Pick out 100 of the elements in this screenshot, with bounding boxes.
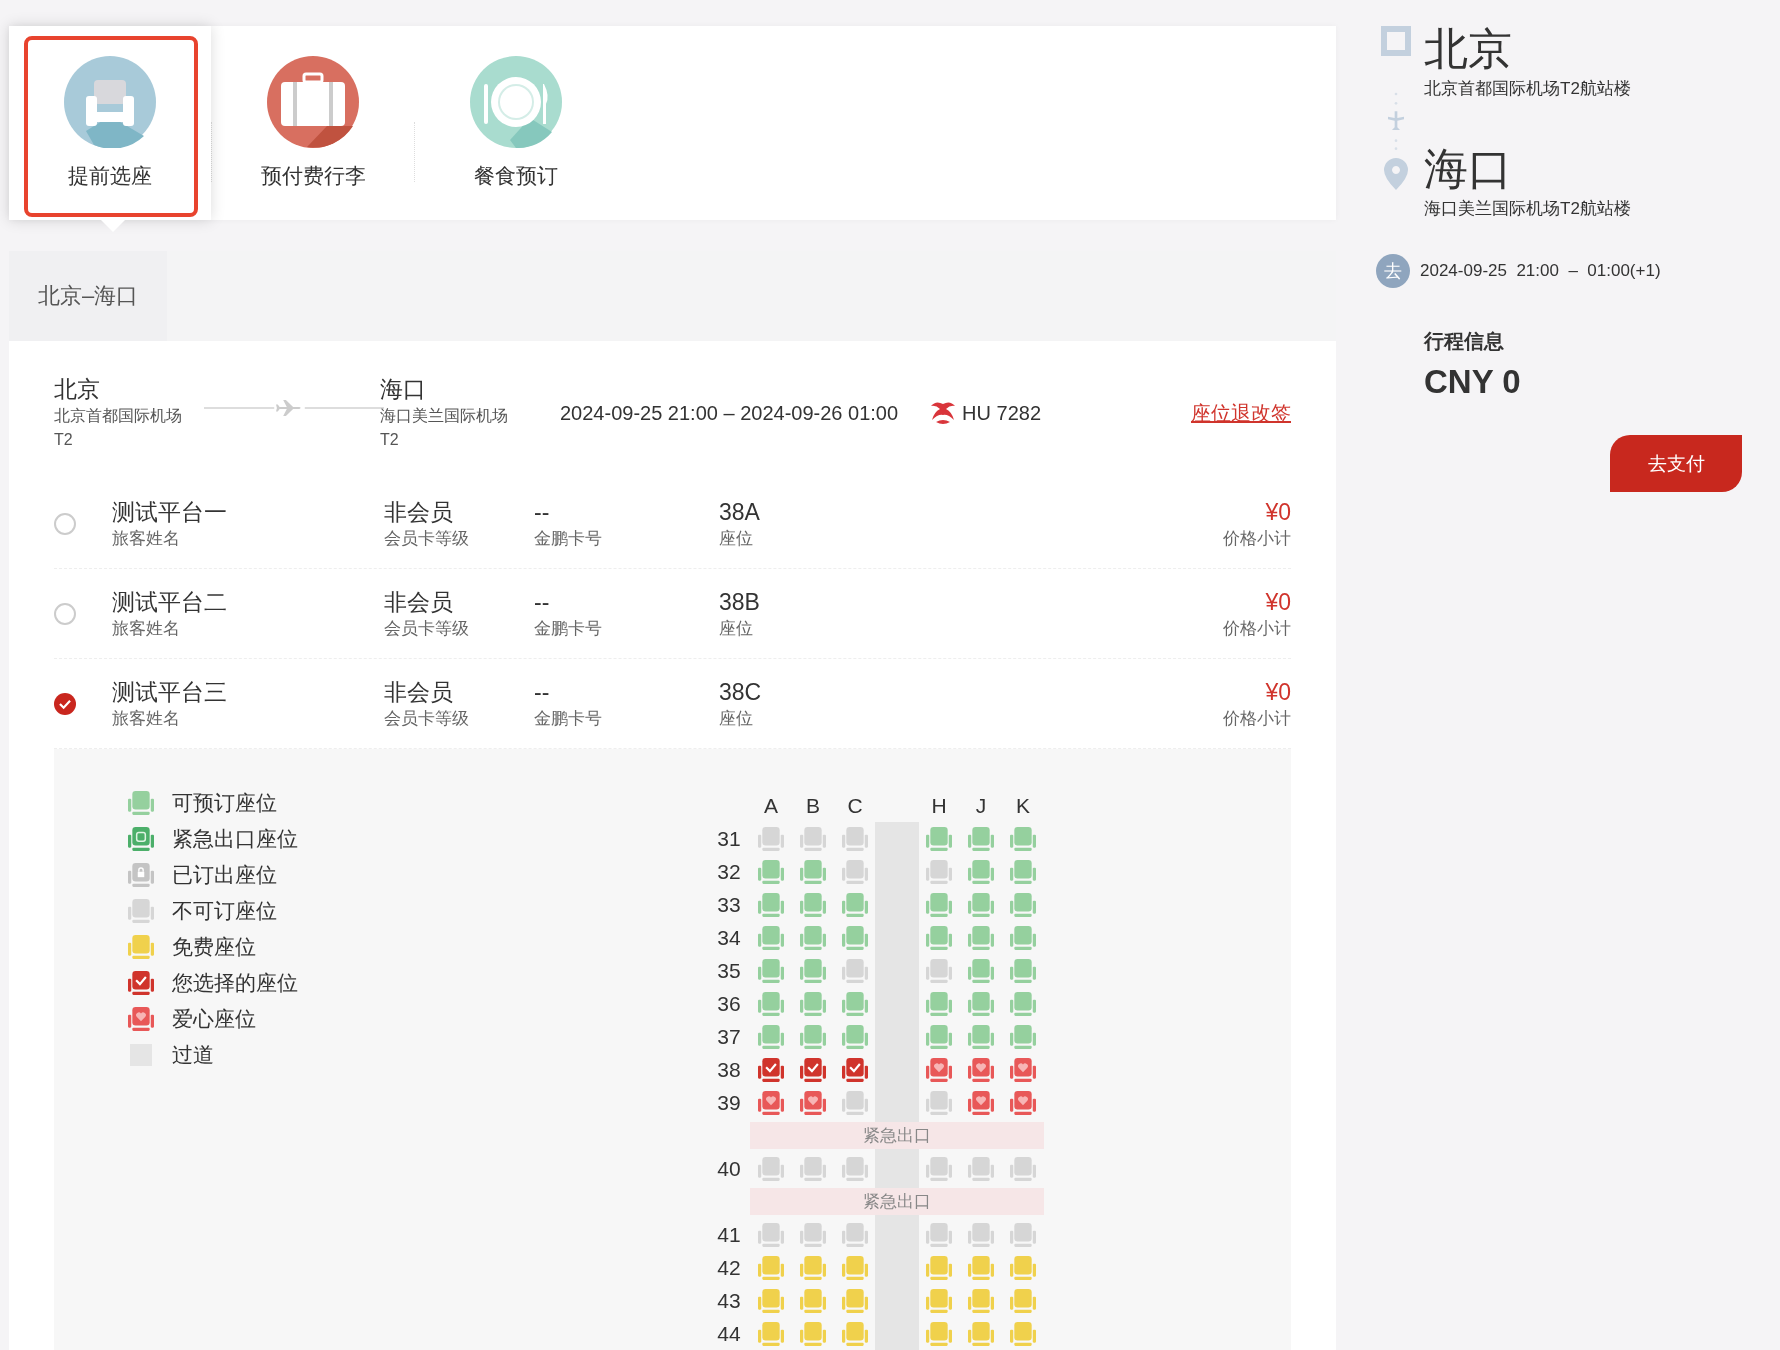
available-seat-icon[interactable] (842, 924, 868, 951)
price-caption: 价格小计 (1223, 617, 1291, 640)
heart-seat-icon[interactable] (968, 1089, 994, 1116)
available-seat-icon[interactable] (968, 990, 994, 1017)
row-number: 37 (716, 1024, 742, 1050)
available-seat-icon[interactable] (758, 858, 784, 885)
unavailable-seat-icon (968, 1155, 994, 1182)
free-seat-icon[interactable] (128, 934, 154, 960)
available-seat-icon[interactable] (968, 924, 994, 951)
available-seat-icon[interactable] (800, 924, 826, 951)
heart-seat-icon[interactable] (800, 1089, 826, 1116)
available-seat-icon[interactable] (758, 891, 784, 918)
departure-terminal: T2 (54, 430, 74, 450)
available-seat-icon[interactable] (758, 924, 784, 951)
card-number: -- (534, 587, 551, 617)
free-seat-icon[interactable] (968, 1320, 994, 1347)
armchair-icon (64, 56, 156, 148)
legend-label: 过道 (172, 1042, 214, 1068)
available-seat-icon[interactable] (800, 858, 826, 885)
available-seat-icon[interactable] (1010, 891, 1036, 918)
column-letter: H (930, 793, 948, 819)
available-seat-icon[interactable] (926, 924, 952, 951)
column-letter: B (805, 793, 821, 819)
heart-seat-icon[interactable] (758, 1089, 784, 1116)
available-seat-icon[interactable] (758, 1023, 784, 1050)
seat-number: 38B (719, 587, 761, 617)
free-seat-icon[interactable] (842, 1254, 868, 1281)
available-seat-icon[interactable] (926, 825, 952, 852)
available-seat-icon[interactable] (968, 891, 994, 918)
passenger-radio[interactable] (54, 602, 76, 625)
available-seat-icon[interactable] (1010, 858, 1036, 885)
heart-seat-icon[interactable] (1010, 1056, 1036, 1083)
unavailable-seat-icon (842, 858, 868, 885)
available-seat-icon[interactable] (842, 990, 868, 1017)
passenger-radio[interactable] (54, 692, 76, 715)
total-price: CNY 0 (1424, 363, 1522, 401)
free-seat-icon[interactable] (926, 1320, 952, 1347)
row-number: 33 (716, 892, 742, 918)
free-seat-icon[interactable] (758, 1320, 784, 1347)
seat-number: 38C (719, 677, 763, 707)
available-seat-icon[interactable] (926, 891, 952, 918)
available-seat-icon[interactable] (800, 891, 826, 918)
free-seat-icon[interactable] (842, 1287, 868, 1314)
heart-seat-icon[interactable] (968, 1056, 994, 1083)
free-seat-icon[interactable] (758, 1254, 784, 1281)
free-seat-icon[interactable] (1010, 1320, 1036, 1347)
available-seat-icon[interactable] (1010, 825, 1036, 852)
departure-airport: 北京首都国际机场T2航站楼 (1424, 78, 1631, 100)
available-seat-icon[interactable] (968, 858, 994, 885)
available-seat-icon[interactable] (800, 957, 826, 984)
locked-seat-icon (128, 862, 154, 888)
row-number: 42 (716, 1255, 742, 1281)
seat-number: 38A (719, 497, 761, 527)
available-seat-icon[interactable] (800, 990, 826, 1017)
service-tab[interactable]: 餐食预订 (415, 26, 617, 220)
available-seat-icon[interactable] (926, 990, 952, 1017)
emergency-exit-band: 紧急出口 (750, 1122, 1044, 1149)
free-seat-icon[interactable] (926, 1254, 952, 1281)
available-seat-icon[interactable] (842, 891, 868, 918)
heart-seat-icon[interactable] (128, 1006, 154, 1032)
free-seat-icon[interactable] (1010, 1254, 1036, 1281)
trip-time: 2024-09-25 21:00 – 01:00(+1) (1420, 261, 1661, 281)
unavailable-seat-icon (968, 1221, 994, 1248)
available-seat-icon[interactable] (842, 1023, 868, 1050)
free-seat-icon[interactable] (758, 1287, 784, 1314)
available-seat-icon[interactable] (1010, 990, 1036, 1017)
route-tab[interactable]: 北京–海口 (9, 251, 167, 341)
available-seat-icon[interactable] (1010, 1023, 1036, 1050)
available-seat-icon[interactable] (758, 990, 784, 1017)
pay-button[interactable]: 去支付 (1610, 435, 1742, 492)
free-seat-icon[interactable] (926, 1287, 952, 1314)
arrival-airport: 海口美兰国际机场T2航站楼 (1424, 198, 1631, 220)
free-seat-icon[interactable] (968, 1287, 994, 1314)
passenger-radio[interactable] (54, 512, 76, 535)
seat-caption: 座位 (719, 707, 754, 730)
available-seat-icon[interactable] (128, 790, 154, 816)
service-tab[interactable]: 预付费行李 (212, 26, 414, 220)
heart-seat-icon[interactable] (926, 1056, 952, 1083)
available-seat-icon[interactable] (968, 957, 994, 984)
available-seat-icon[interactable] (926, 1023, 952, 1050)
unavailable-seat-icon (926, 858, 952, 885)
heart-seat-icon[interactable] (1010, 1089, 1036, 1116)
free-seat-icon[interactable] (842, 1320, 868, 1347)
available-seat-icon[interactable] (1010, 924, 1036, 951)
free-seat-icon[interactable] (800, 1320, 826, 1347)
arrival-city: 海口 (380, 375, 427, 404)
available-seat-icon[interactable] (1010, 957, 1036, 984)
free-seat-icon[interactable] (800, 1287, 826, 1314)
price: ¥0 (1265, 587, 1291, 617)
policy-link[interactable]: 座位退改签 (1191, 399, 1291, 427)
available-seat-icon[interactable] (800, 1023, 826, 1050)
available-seat-icon[interactable] (968, 1023, 994, 1050)
available-seat-icon[interactable] (758, 957, 784, 984)
available-seat-icon[interactable] (968, 825, 994, 852)
free-seat-icon[interactable] (968, 1254, 994, 1281)
free-seat-icon[interactable] (1010, 1287, 1036, 1314)
unavailable-seat-icon (926, 957, 952, 984)
free-seat-icon[interactable] (800, 1254, 826, 1281)
column-letter: K (1015, 793, 1031, 819)
seat-caption: 座位 (719, 617, 754, 640)
